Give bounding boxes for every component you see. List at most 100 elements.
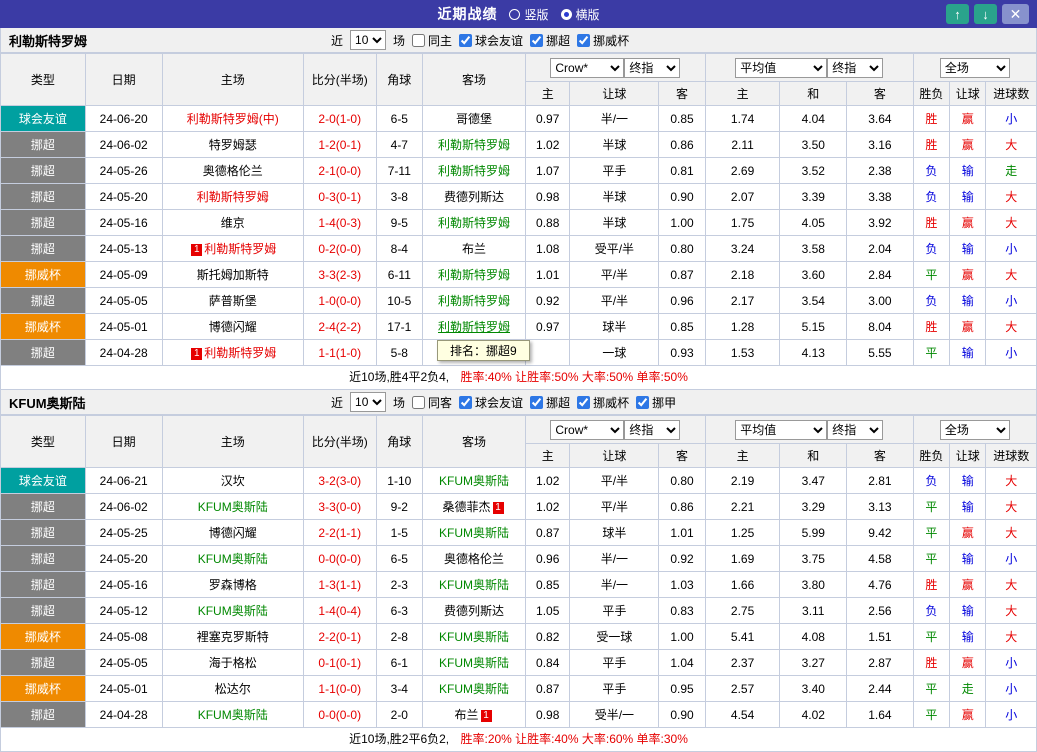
away-team-link[interactable]: 桑德菲杰 bbox=[443, 500, 491, 514]
away-team-link[interactable]: KFUM奥斯陆 bbox=[439, 656, 509, 670]
home-team-link[interactable]: 博德闪耀 bbox=[209, 320, 257, 334]
home-team-link[interactable]: KFUM奥斯陆 bbox=[198, 552, 268, 566]
away-team-cell: KFUM奥斯陆 bbox=[422, 571, 527, 598]
away-team-link[interactable]: 利勒斯特罗姆 bbox=[438, 320, 510, 334]
scope-select[interactable]: 全场 bbox=[939, 419, 1010, 440]
away-team-cell: KFUM奥斯陆 bbox=[422, 623, 527, 650]
away-team-link[interactable]: KFUM奥斯陆 bbox=[439, 682, 509, 696]
home-team-link[interactable]: KFUM奥斯陆 bbox=[198, 604, 268, 618]
match-count-select[interactable]: 10 bbox=[350, 392, 387, 412]
home-team-link[interactable]: 利勒斯特罗姆 bbox=[204, 346, 276, 360]
home-team-link[interactable]: KFUM奥斯陆 bbox=[198, 708, 268, 722]
layout-vertical-radio[interactable]: 竖版 bbox=[509, 6, 549, 23]
home-team-link[interactable]: 罗森博格 bbox=[209, 578, 257, 592]
avg-home-odds: 2.21 bbox=[704, 493, 781, 520]
filter-checkbox-3[interactable] bbox=[577, 33, 591, 47]
filter-checkbox-1[interactable] bbox=[459, 33, 473, 47]
odds-stage-select[interactable]: 终指 bbox=[624, 419, 681, 440]
away-team-link[interactable]: 利勒斯特罗姆 bbox=[438, 216, 510, 230]
filter-option-1[interactable]: 球会友谊 bbox=[459, 32, 523, 49]
avg-away-odds: 3.16 bbox=[846, 131, 914, 158]
filter-checkbox-4[interactable] bbox=[636, 395, 650, 409]
odds-stage-select[interactable]: 终指 bbox=[624, 57, 681, 78]
filter-option-2[interactable]: 挪超 bbox=[530, 32, 570, 49]
home-team-link[interactable]: 裡塞克罗斯特 bbox=[197, 630, 269, 644]
up-arrow-icon: ↑ bbox=[954, 6, 961, 22]
home-team-link[interactable]: 利勒斯特罗姆(中) bbox=[187, 112, 279, 126]
filter-checkbox-2[interactable] bbox=[530, 395, 544, 409]
goals-result: 小 bbox=[985, 649, 1037, 676]
filter-option-2[interactable]: 挪超 bbox=[530, 394, 570, 411]
home-team-link[interactable]: 维京 bbox=[221, 216, 245, 230]
away-team-link[interactable]: 布兰 bbox=[462, 242, 486, 256]
match-count-select[interactable]: 10 bbox=[350, 30, 387, 50]
home-team-link[interactable]: 汉坎 bbox=[221, 474, 245, 488]
avg-draw-odds: 4.04 bbox=[779, 105, 848, 132]
sub-column-header: 客 bbox=[846, 443, 914, 468]
away-team-link[interactable]: 利勒斯特罗姆 bbox=[438, 268, 510, 282]
match-score: 0-1(0-1) bbox=[302, 649, 377, 676]
filter-option-4[interactable]: 挪甲 bbox=[636, 394, 676, 411]
home-team-link[interactable]: KFUM奥斯陆 bbox=[198, 500, 268, 514]
home-team-link[interactable]: 斯托姆加斯特 bbox=[197, 268, 269, 282]
handicap-line: 平/半 bbox=[569, 261, 660, 288]
match-row: 挪超 24-05-16 罗森博格 1-3(1-1) 2-3 KFUM奥斯陆 0.85 半/一 1… bbox=[0, 571, 1037, 598]
filter-option-3[interactable]: 挪威杯 bbox=[577, 32, 629, 49]
move-down-button[interactable]: ↓ bbox=[974, 4, 997, 24]
filter-checkbox-0[interactable] bbox=[412, 33, 426, 47]
sub-column-header: 主 bbox=[525, 443, 571, 468]
filter-option-0[interactable]: 同主 bbox=[412, 32, 452, 49]
home-team-link[interactable]: 松达尔 bbox=[215, 682, 251, 696]
avg-home-odds: 2.69 bbox=[704, 157, 781, 184]
match-type-badge: 球会友谊 bbox=[0, 467, 86, 494]
match-score: 2-0(1-0) bbox=[302, 105, 377, 132]
bookmaker-select[interactable]: Crow* bbox=[550, 57, 625, 78]
away-odds: 0.90 bbox=[658, 701, 706, 728]
match-type-badge: 挪威杯 bbox=[0, 261, 86, 288]
away-team-link[interactable]: 费德列斯达 bbox=[444, 604, 504, 618]
avg-stage-select[interactable]: 终指 bbox=[827, 419, 884, 440]
filter-checkbox-3[interactable] bbox=[577, 395, 591, 409]
bookmaker-select[interactable]: Crow* bbox=[550, 419, 625, 440]
away-team-link[interactable]: 费德列斯达 bbox=[444, 190, 504, 204]
goals-result: 大 bbox=[985, 493, 1037, 520]
header-select-cell: 全场 bbox=[912, 415, 1037, 444]
handicap-result: 输 bbox=[949, 467, 987, 494]
away-team-link[interactable]: 哥德堡 bbox=[456, 112, 492, 126]
home-team-link[interactable]: 特罗姆瑟 bbox=[209, 138, 257, 152]
summary-stats: 胜率:20% 让胜率:40% 大率:60% 单率:30% bbox=[460, 732, 688, 746]
away-team-link[interactable]: 利勒斯特罗姆 bbox=[438, 294, 510, 308]
away-odds: 0.92 bbox=[658, 545, 706, 572]
filter-option-0[interactable]: 同客 bbox=[412, 394, 452, 411]
filter-checkbox-1[interactable] bbox=[459, 395, 473, 409]
home-team-link[interactable]: 奥德格伦兰 bbox=[203, 164, 263, 178]
home-team-link[interactable]: 利勒斯特罗姆 bbox=[204, 242, 276, 256]
home-team-link[interactable]: 萨普斯堡 bbox=[209, 294, 257, 308]
away-team-link[interactable]: 奥德格伦兰 bbox=[444, 552, 504, 566]
column-header: 角球 bbox=[375, 53, 424, 106]
away-team-link[interactable]: 利勒斯特罗姆 bbox=[438, 138, 510, 152]
filter-option-1[interactable]: 球会友谊 bbox=[459, 394, 523, 411]
layout-horizontal-radio[interactable]: 横版 bbox=[560, 6, 600, 23]
filter-option-3[interactable]: 挪威杯 bbox=[577, 394, 629, 411]
move-up-button[interactable]: ↑ bbox=[946, 4, 969, 24]
away-team-link[interactable]: 布兰 bbox=[455, 708, 479, 722]
average-select[interactable]: 平均值 bbox=[735, 419, 828, 440]
close-button[interactable]: ✕ bbox=[1002, 4, 1029, 24]
match-type-badge: 球会友谊 bbox=[0, 105, 86, 132]
avg-stage-select[interactable]: 终指 bbox=[827, 57, 884, 78]
average-select[interactable]: 平均值 bbox=[735, 57, 828, 78]
away-team-link[interactable]: 利勒斯特罗姆 bbox=[438, 164, 510, 178]
away-team-cell: 布兰 bbox=[422, 235, 527, 262]
home-team-link[interactable]: 利勒斯特罗姆 bbox=[197, 190, 269, 204]
home-team-link[interactable]: 博德闪耀 bbox=[209, 526, 257, 540]
away-team-link[interactable]: KFUM奥斯陆 bbox=[439, 474, 509, 488]
home-team-link[interactable]: 海于格松 bbox=[209, 656, 257, 670]
away-team-link[interactable]: KFUM奥斯陆 bbox=[439, 578, 509, 592]
filter-checkbox-0[interactable] bbox=[412, 395, 426, 409]
filter-checkbox-2[interactable] bbox=[530, 33, 544, 47]
away-team-link[interactable]: KFUM奥斯陆 bbox=[439, 630, 509, 644]
away-team-link[interactable]: KFUM奥斯陆 bbox=[439, 526, 509, 540]
goals-result: 走 bbox=[985, 157, 1037, 184]
scope-select[interactable]: 全场 bbox=[939, 57, 1010, 78]
